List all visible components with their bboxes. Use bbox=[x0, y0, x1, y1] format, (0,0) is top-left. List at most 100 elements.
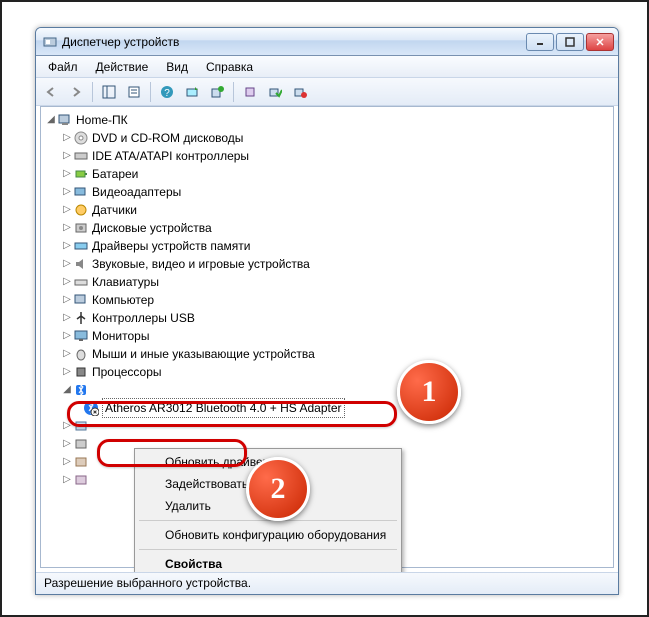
scan-button[interactable] bbox=[181, 81, 203, 103]
category-sound[interactable]: ▷Звуковые, видео и игровые устройства bbox=[43, 255, 611, 273]
tree-root[interactable]: ◢ Home-ПК bbox=[43, 111, 611, 129]
bluetooth-icon bbox=[73, 382, 89, 398]
category-mice[interactable]: ▷ Мыши и иные указывающие устройства bbox=[43, 345, 611, 363]
ctx-separator bbox=[139, 549, 397, 550]
category-label: Компьютер bbox=[92, 291, 154, 309]
expand-icon[interactable]: ▷ bbox=[61, 453, 73, 471]
app-icon bbox=[42, 34, 58, 50]
expand-icon[interactable]: ▷ bbox=[61, 255, 73, 273]
device-icon bbox=[73, 472, 89, 488]
expand-icon[interactable]: ▷ bbox=[61, 201, 73, 219]
computer-icon bbox=[57, 112, 73, 128]
uninstall-button[interactable] bbox=[239, 81, 261, 103]
back-button[interactable] bbox=[40, 81, 62, 103]
menu-help[interactable]: Справка bbox=[198, 58, 261, 76]
device-manager-window: Диспетчер устройств Файл Действие Вид Сп… bbox=[35, 27, 619, 595]
expand-icon[interactable]: ▷ bbox=[61, 435, 73, 453]
help-button[interactable]: ? bbox=[156, 81, 178, 103]
menu-file[interactable]: Файл bbox=[40, 58, 86, 76]
disable-device-button[interactable] bbox=[289, 81, 311, 103]
expand-icon[interactable]: ▷ bbox=[61, 183, 73, 201]
category-processors[interactable]: ▷ Процессоры bbox=[43, 363, 611, 381]
category-label: Драйверы устройств памяти bbox=[92, 237, 250, 255]
expand-icon[interactable]: ▷ bbox=[61, 327, 73, 345]
category-sensors[interactable]: ▷ Датчики bbox=[43, 201, 611, 219]
category-label: DVD и CD-ROM дисководы bbox=[92, 129, 243, 147]
category-hidden-1[interactable]: ▷ bbox=[43, 417, 611, 435]
menu-action[interactable]: Действие bbox=[88, 58, 157, 76]
expand-icon[interactable]: ▷ bbox=[61, 309, 73, 327]
category-video[interactable]: ▷ Видеоадаптеры bbox=[43, 183, 611, 201]
category-label: Батареи bbox=[92, 165, 138, 183]
close-button[interactable] bbox=[586, 33, 614, 51]
device-icon bbox=[73, 454, 89, 470]
category-usb[interactable]: ▷ Контроллеры USB bbox=[43, 309, 611, 327]
battery-icon bbox=[73, 166, 89, 182]
device-atheros-bluetooth[interactable]: Atheros AR3012 Bluetooth 4.0 + HS Adapte… bbox=[43, 399, 611, 417]
toolbar: ? bbox=[36, 78, 618, 106]
properties-button[interactable] bbox=[123, 81, 145, 103]
monitor-icon bbox=[73, 328, 89, 344]
menubar: Файл Действие Вид Справка bbox=[36, 56, 618, 78]
sensor-icon bbox=[73, 202, 89, 218]
collapse-icon[interactable]: ◢ bbox=[61, 381, 73, 399]
device-icon bbox=[73, 418, 89, 434]
computer-icon bbox=[73, 292, 89, 308]
memory-icon bbox=[73, 238, 89, 254]
menu-view[interactable]: Вид bbox=[158, 58, 196, 76]
expand-icon[interactable]: ▷ bbox=[61, 273, 73, 291]
category-keyboards[interactable]: ▷ Клавиатуры bbox=[43, 273, 611, 291]
display-adapter-icon bbox=[73, 184, 89, 200]
collapse-icon[interactable]: ◢ bbox=[45, 111, 57, 129]
device-icon bbox=[73, 436, 89, 452]
tree-root-label: Home-ПК bbox=[76, 111, 128, 129]
category-memory-drivers[interactable]: ▷ Драйверы устройств памяти bbox=[43, 237, 611, 255]
category-label: Мониторы bbox=[92, 327, 149, 345]
selected-device-label: Atheros AR3012 Bluetooth 4.0 + HS Adapte… bbox=[102, 398, 345, 418]
expand-icon[interactable]: ▷ bbox=[61, 291, 73, 309]
update-driver-button[interactable] bbox=[206, 81, 228, 103]
category-dvd[interactable]: ▷ DVD и CD-ROM дисководы bbox=[43, 129, 611, 147]
expand-icon[interactable]: ▷ bbox=[61, 237, 73, 255]
category-label: Видеоадаптеры bbox=[92, 183, 181, 201]
category-disk[interactable]: ▷ Дисковые устройства bbox=[43, 219, 611, 237]
category-label: Процессоры bbox=[92, 363, 162, 381]
expand-icon[interactable]: ▷ bbox=[61, 165, 73, 183]
keyboard-icon bbox=[73, 274, 89, 290]
disk-icon bbox=[73, 220, 89, 236]
expand-icon[interactable]: ▷ bbox=[61, 147, 73, 165]
bluetooth-device-icon bbox=[83, 400, 99, 416]
category-label: Контроллеры USB bbox=[92, 309, 195, 327]
ctx-separator bbox=[139, 520, 397, 521]
maximize-button[interactable] bbox=[556, 33, 584, 51]
annotation-badge-2: 2 bbox=[246, 457, 310, 521]
window-title: Диспетчер устройств bbox=[62, 35, 526, 49]
annotation-badge-1: 1 bbox=[397, 360, 461, 424]
svg-text:?: ? bbox=[164, 88, 170, 99]
category-label: Клавиатуры bbox=[92, 273, 159, 291]
category-label: Дисковые устройства bbox=[92, 219, 212, 237]
usb-icon bbox=[73, 310, 89, 326]
cpu-icon bbox=[73, 364, 89, 380]
category-label: Мыши и иные указывающие устройства bbox=[92, 345, 315, 363]
expand-icon[interactable]: ▷ bbox=[61, 219, 73, 237]
expand-icon[interactable]: ▷ bbox=[61, 129, 73, 147]
minimize-button[interactable] bbox=[526, 33, 554, 51]
expand-icon[interactable]: ▷ bbox=[61, 345, 73, 363]
category-label: Датчики bbox=[92, 201, 137, 219]
category-monitors[interactable]: ▷ Мониторы bbox=[43, 327, 611, 345]
ctx-scan-hardware[interactable]: Обновить конфигурацию оборудования bbox=[137, 524, 399, 546]
expand-icon[interactable]: ▷ bbox=[61, 417, 73, 435]
expand-icon[interactable]: ▷ bbox=[61, 363, 73, 381]
category-bluetooth[interactable]: ◢ bbox=[43, 381, 611, 399]
category-computer[interactable]: ▷ Компьютер bbox=[43, 291, 611, 309]
show-hide-tree-button[interactable] bbox=[98, 81, 120, 103]
forward-button[interactable] bbox=[65, 81, 87, 103]
expand-icon[interactable]: ▷ bbox=[61, 471, 73, 489]
enable-device-button[interactable] bbox=[264, 81, 286, 103]
titlebar[interactable]: Диспетчер устройств bbox=[36, 28, 618, 56]
sound-icon bbox=[73, 256, 89, 272]
category-ide[interactable]: ▷ IDE ATA/ATAPI контроллеры bbox=[43, 147, 611, 165]
category-batteries[interactable]: ▷ Батареи bbox=[43, 165, 611, 183]
category-label: IDE ATA/ATAPI контроллеры bbox=[92, 147, 249, 165]
